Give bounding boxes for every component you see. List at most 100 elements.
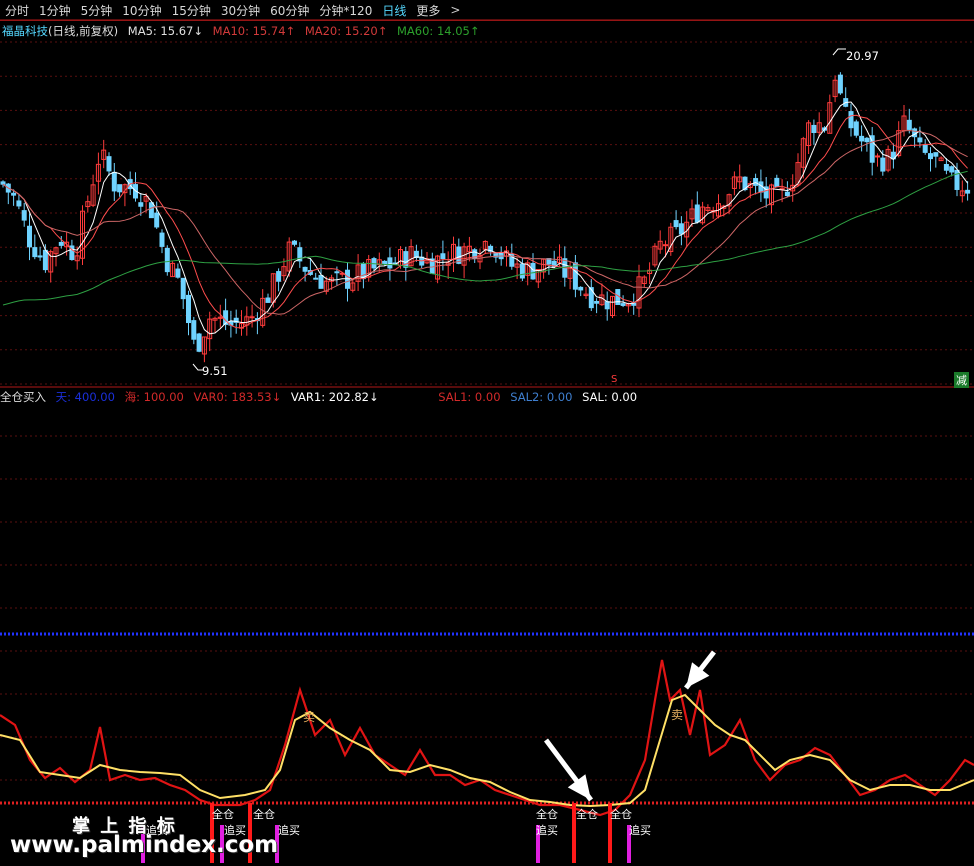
- candle-body: [196, 333, 202, 352]
- candle-body: [880, 157, 886, 172]
- candle-body: [594, 300, 600, 304]
- candle-body: [21, 210, 27, 221]
- candle-body: [265, 297, 271, 303]
- signal-sell-1: 卖: [303, 710, 316, 724]
- candle-body: [106, 156, 112, 172]
- candle-body: [382, 260, 388, 265]
- pointer-arrow-1-head: [567, 774, 591, 800]
- candle-body: [0, 181, 6, 185]
- candle-body: [292, 240, 297, 245]
- high-price-label: 20.97: [846, 49, 879, 63]
- s-marker: S: [611, 374, 618, 385]
- signal-chase-4: 追买: [536, 824, 558, 837]
- candle-body: [37, 255, 43, 258]
- chart-canvas[interactable]: [0, 0, 974, 866]
- chart-mode: (日线,前复权): [48, 24, 119, 38]
- candle-body: [530, 262, 536, 280]
- ma20-label: MA20: 15.20↑: [304, 24, 388, 38]
- candle-body: [588, 287, 594, 309]
- candle-body: [848, 111, 854, 129]
- signal-full-1: 全仓: [212, 808, 234, 821]
- moving-average-lines: [2, 48, 969, 371]
- ma10-label: MA10: 15.74↑: [212, 24, 296, 38]
- candle-body: [859, 135, 865, 142]
- signal-full-2: 全仓: [253, 808, 275, 821]
- candle-body: [164, 247, 170, 273]
- low-price-label: 9.51: [202, 364, 228, 378]
- signal-full-3: 全仓: [536, 808, 558, 821]
- sal2-value: SAL2: 0.00: [510, 390, 573, 404]
- candle-body: [604, 301, 610, 310]
- candle-body: [249, 316, 255, 319]
- candle-body: [334, 271, 340, 274]
- candle-body: [27, 225, 32, 248]
- ma5-line: [2, 101, 969, 335]
- candle-body: [16, 200, 22, 207]
- hai-value: 海: 100.00: [124, 390, 184, 404]
- grid-lines: [0, 19, 974, 805]
- signal-sell-2: 卖: [671, 708, 684, 722]
- indicator-legend: 全仓买入 天: 400.00 海: 100.00 VAR0: 183.53↓ V…: [0, 389, 643, 405]
- candle-body: [440, 253, 446, 260]
- candle-body: [175, 268, 181, 278]
- candle-body: [906, 119, 912, 130]
- candle-body: [853, 121, 859, 136]
- candle-body: [837, 74, 843, 94]
- candle-body: [58, 241, 64, 246]
- candle-body: [784, 191, 790, 197]
- signal-chase-5: 追买: [629, 824, 651, 837]
- candle-body: [180, 277, 186, 300]
- reduce-badge[interactable]: 减: [954, 372, 969, 388]
- candle-body: [620, 303, 626, 306]
- candle-body: [572, 262, 578, 290]
- candle-body: [138, 202, 144, 207]
- candle-body: [774, 177, 780, 187]
- candle-body: [154, 212, 160, 228]
- sal1-value: SAL1: 0.00: [438, 390, 501, 404]
- candle-body: [159, 232, 165, 247]
- stock-name[interactable]: 福晶科技: [2, 24, 48, 38]
- candle-body: [917, 137, 923, 143]
- candle-body: [663, 244, 668, 247]
- candle-body: [276, 271, 282, 282]
- indicator-title[interactable]: 全仓买入: [0, 390, 46, 404]
- candle-body: [117, 184, 123, 193]
- candle-body: [965, 189, 971, 194]
- ma10-line: [2, 114, 968, 329]
- candle-body: [933, 152, 939, 157]
- candle-body: [148, 202, 154, 219]
- candle-body: [111, 171, 117, 192]
- candle-body: [191, 320, 197, 340]
- candle-body: [578, 286, 584, 291]
- ma60-label: MA60: 14.05↑: [397, 24, 480, 38]
- candle-body: [928, 153, 933, 160]
- candle-body: [875, 155, 880, 158]
- high-marker: [832, 48, 846, 56]
- candle-body: [313, 277, 319, 280]
- candle-body: [186, 294, 191, 324]
- main-legend: 福晶科技(日线,前复权) MA5: 15.67↓ MA10: 15.74↑ MA…: [2, 23, 486, 39]
- candle-body: [694, 204, 700, 223]
- watermark-url: www.palmindex.com: [10, 832, 279, 858]
- var1-line: [0, 693, 974, 808]
- signal-full-4: 全仓: [576, 808, 598, 821]
- tian-value: 天: 400.00: [55, 390, 115, 404]
- var0-value: VAR0: 183.53↓: [193, 390, 282, 404]
- sal-value: SAL: 0.00: [582, 390, 638, 404]
- candle-body: [387, 257, 393, 269]
- candle-body: [753, 178, 759, 186]
- signal-full-5: 全仓: [610, 808, 632, 821]
- candle-body: [949, 166, 955, 173]
- candle-body: [302, 266, 308, 272]
- candle-body: [673, 220, 679, 228]
- candle-body: [11, 192, 17, 196]
- candle-body: [943, 164, 949, 171]
- candlestick-series: [0, 72, 971, 363]
- candle-body: [678, 223, 684, 235]
- ma60-line: [2, 170, 968, 306]
- candle-body: [922, 144, 928, 153]
- candle-body: [318, 274, 324, 289]
- signal-chase-3: 追买: [278, 824, 300, 837]
- candle-body: [42, 249, 48, 271]
- ma5-label: MA5: 15.67↓: [127, 24, 203, 38]
